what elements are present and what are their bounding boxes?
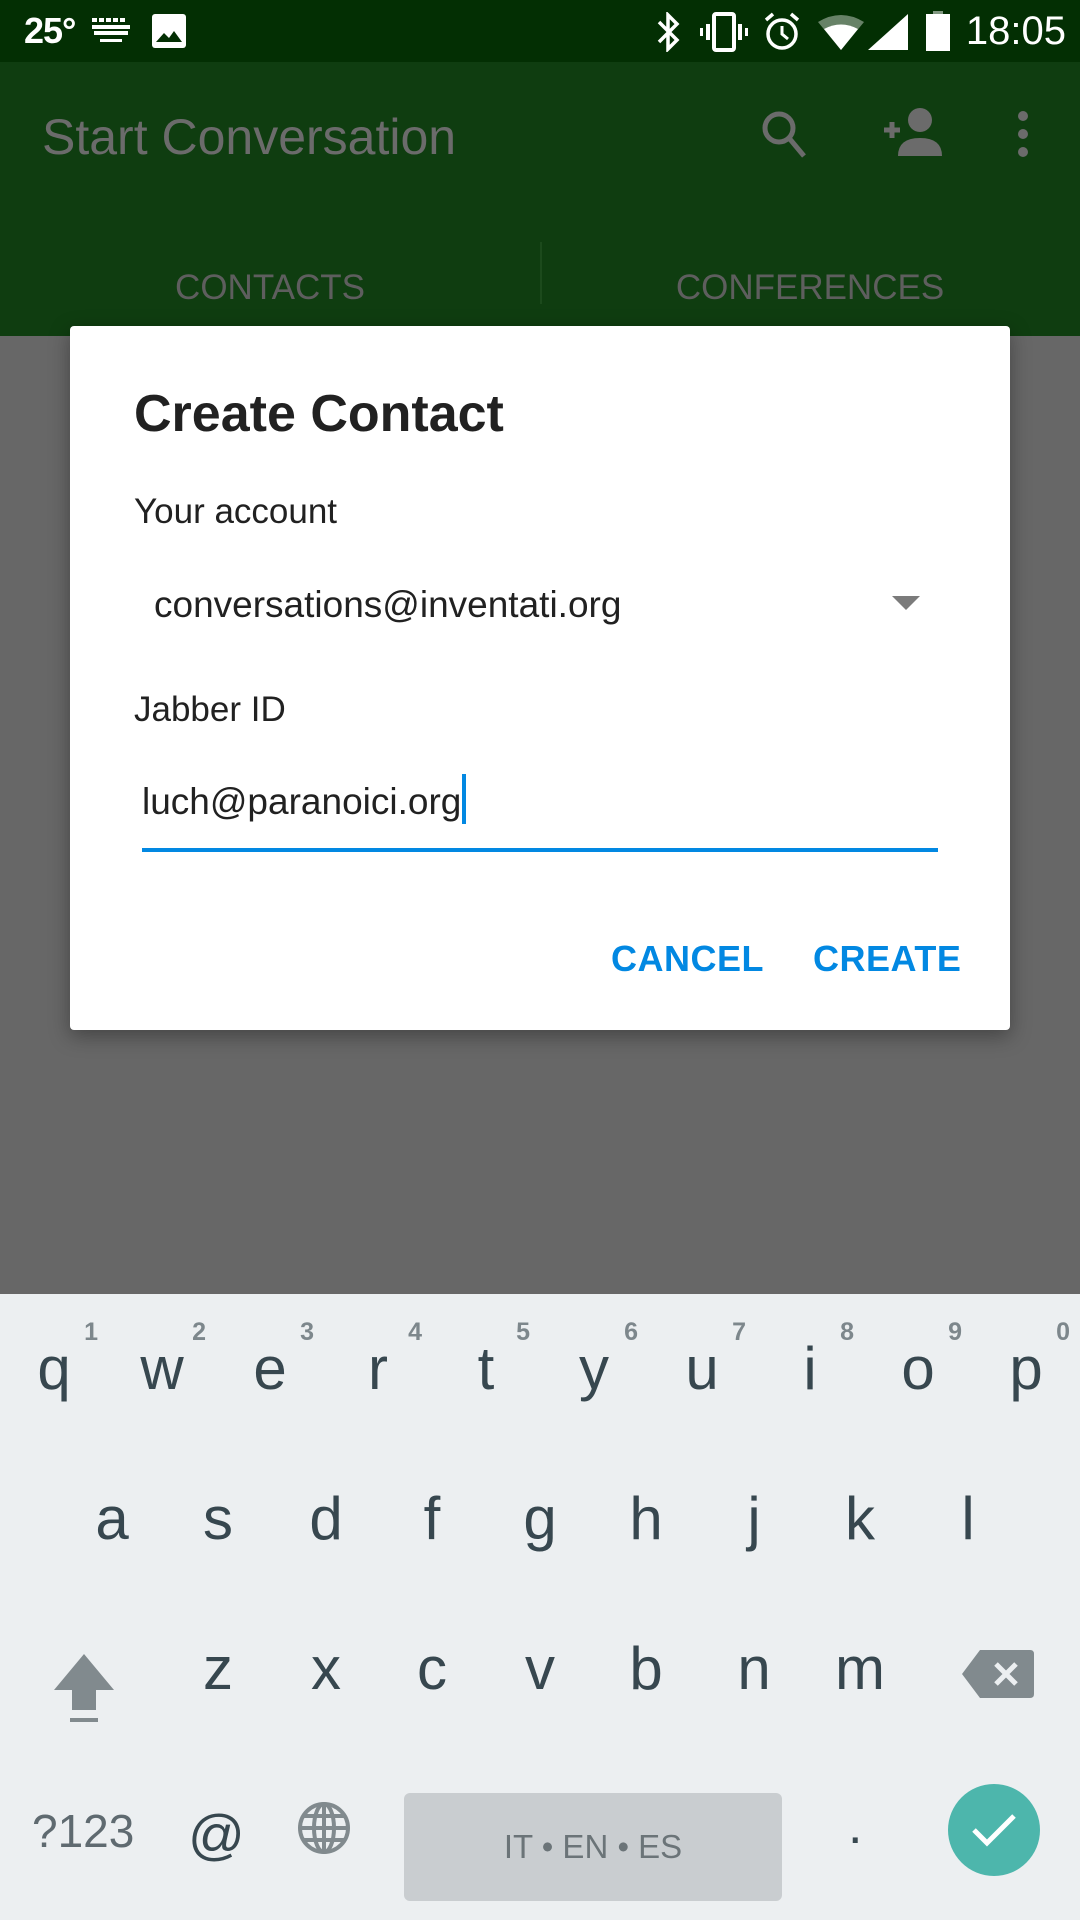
jabber-id-value: luch@paranoici.org xyxy=(142,781,462,822)
key-label: f xyxy=(423,1485,441,1552)
dialog-title: Create Contact xyxy=(134,385,504,443)
clock-text: 18:05 xyxy=(965,9,1066,53)
period-key[interactable]: . xyxy=(848,1796,862,1856)
at-key[interactable]: @ xyxy=(188,1802,245,1867)
vibrate-icon xyxy=(700,12,748,57)
more-vert-icon[interactable] xyxy=(1006,104,1040,164)
shift-key[interactable] xyxy=(30,1294,138,1722)
language-switch-key[interactable] xyxy=(296,1800,352,1861)
screen: 25° 18:05 Start Conversation CONTACTS CO… xyxy=(0,0,1080,1920)
bluetooth-icon xyxy=(656,10,682,57)
key-label: l xyxy=(961,1485,975,1552)
account-label: Your account xyxy=(134,492,338,531)
battery-icon xyxy=(926,11,950,56)
alarm-icon xyxy=(762,12,802,57)
enter-key[interactable] xyxy=(948,1784,1040,1876)
key-v[interactable]: v xyxy=(486,1294,594,1702)
image-icon xyxy=(152,14,186,53)
key-label: m xyxy=(835,1635,885,1702)
key-label: d xyxy=(309,1485,343,1552)
key-label: g xyxy=(523,1485,557,1552)
cancel-button[interactable]: CANCEL xyxy=(611,938,764,980)
key-label: h xyxy=(629,1485,663,1552)
backspace-icon xyxy=(962,1650,1034,1698)
key-n[interactable]: n xyxy=(700,1294,808,1702)
key-label: c xyxy=(417,1635,447,1702)
jabber-id-input[interactable]: luch@paranoici.org xyxy=(142,756,938,852)
soft-keyboard: 1q 2w 3e 4r 5t 6y 7u 8i 9o 0p a s d f g … xyxy=(0,1294,1080,1920)
key-z[interactable]: z xyxy=(164,1294,272,1702)
account-value: conversations@inventati.org xyxy=(154,584,622,625)
signal-icon xyxy=(868,14,908,55)
status-bar: 25° 18:05 xyxy=(0,0,1080,62)
globe-icon xyxy=(298,1802,350,1854)
key-m[interactable]: m xyxy=(806,1294,914,1702)
dropdown-arrow-icon xyxy=(892,596,920,610)
key-label: k xyxy=(845,1485,875,1552)
temperature-text: 25° xyxy=(24,10,76,51)
shift-underline xyxy=(70,1718,98,1722)
key-label: a xyxy=(95,1485,129,1552)
key-c[interactable]: c xyxy=(378,1294,486,1702)
key-label: z xyxy=(203,1635,233,1702)
key-label: s xyxy=(203,1485,233,1552)
tab-conferences[interactable]: CONFERENCES xyxy=(540,240,1080,336)
jid-label: Jabber ID xyxy=(134,690,286,729)
search-icon[interactable] xyxy=(754,104,814,164)
create-contact-dialog: Create Contact Your account conversation… xyxy=(70,326,1010,1030)
key-label: b xyxy=(629,1635,663,1702)
text-cursor xyxy=(462,774,467,824)
key-label: x xyxy=(311,1635,341,1702)
key-b[interactable]: b xyxy=(592,1294,700,1702)
app-bar: Start Conversation CONTACTS CONFERENCES xyxy=(0,62,1080,336)
add-contact-icon[interactable] xyxy=(880,104,942,164)
key-label: j xyxy=(747,1485,761,1552)
shift-icon xyxy=(54,1654,114,1710)
symbols-key[interactable]: ?123 xyxy=(32,1804,134,1858)
key-x[interactable]: x xyxy=(272,1294,380,1702)
checkmark-icon xyxy=(972,1814,1016,1847)
wifi-icon xyxy=(818,14,864,55)
keyboard-icon xyxy=(92,18,130,49)
key-label: v xyxy=(525,1635,555,1702)
tab-contacts[interactable]: CONTACTS xyxy=(0,240,540,336)
create-button[interactable]: CREATE xyxy=(813,938,961,980)
app-title: Start Conversation xyxy=(42,109,457,165)
key-label: n xyxy=(737,1635,771,1702)
account-spinner[interactable]: conversations@inventati.org xyxy=(134,566,934,646)
backspace-key[interactable] xyxy=(944,1294,1052,1698)
tab-divider xyxy=(540,242,542,304)
space-key[interactable]: IT • EN • ES xyxy=(404,1793,782,1901)
